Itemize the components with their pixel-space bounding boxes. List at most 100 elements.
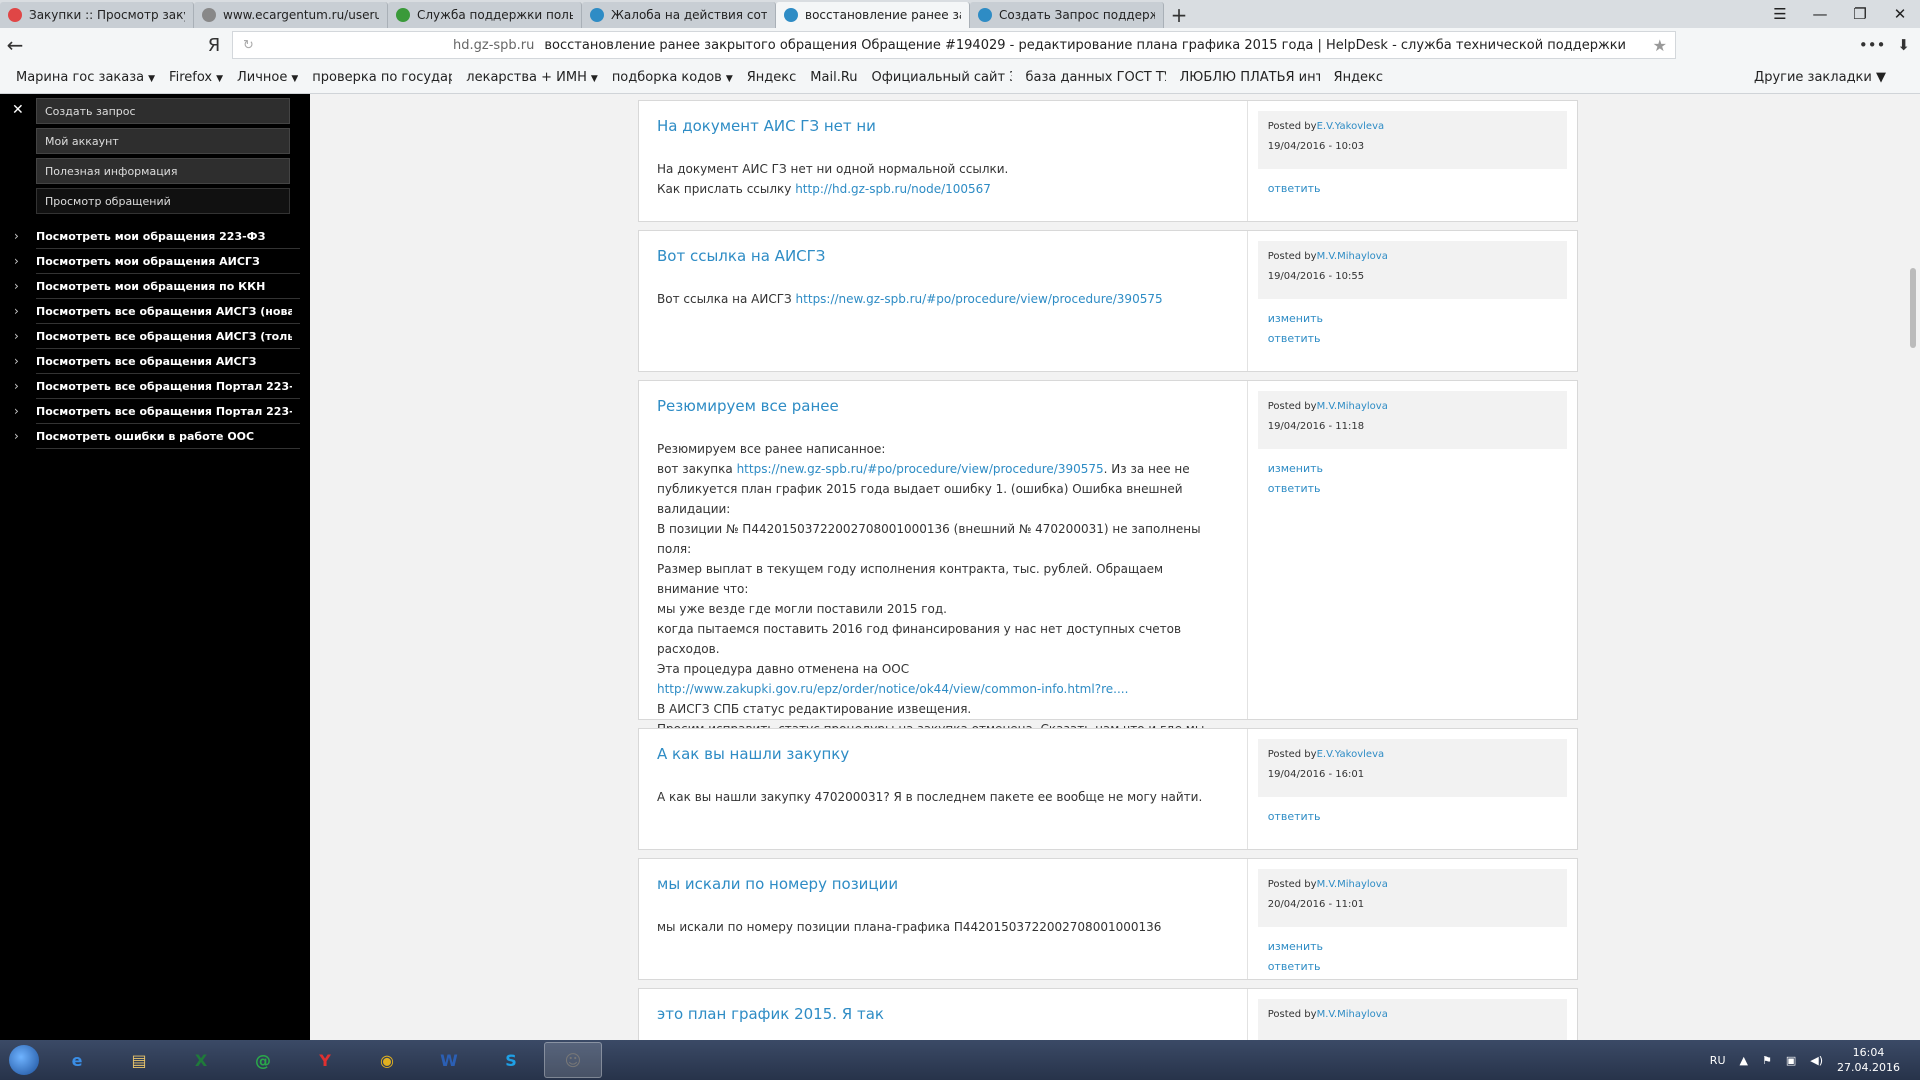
skype-icon[interactable]: S [482,1042,540,1078]
comment-text: Как прислать ссылку [657,182,796,196]
sidebar-item-5[interactable]: › Посмотреть все обращения АИСГЗ [14,349,300,374]
tab-0[interactable]: Закупки :: Просмотр закупки [0,2,194,28]
bookmark-1[interactable]: Firefox ▼ [169,70,223,85]
reply-link[interactable]: ответить [1268,479,1557,499]
sidebar-menu-item-1[interactable]: Мой аккаунт [36,128,290,154]
internet-explorer-icon[interactable]: e [48,1042,106,1078]
bookmark-6[interactable]: Яндекс [747,70,797,85]
sidebar-item-2[interactable]: › Посмотреть мои обращения по ККН [14,274,300,299]
yandex-icon[interactable]: Я [202,35,226,56]
comment-link[interactable]: https://new.gz-spb.ru/#po/procedure/view… [737,462,1104,476]
reply-link[interactable]: ответить [1268,807,1557,827]
sidebar-item-0[interactable]: › Посмотреть мои обращения 223-ФЗ [14,224,300,249]
comment-date: 20/04/2016 - 11:01 [1267,899,1365,910]
bookmark-5[interactable]: подборка кодов ▼ [612,70,733,85]
sidebar-item-7[interactable]: › Посмотреть все обращения Портал 223-ФЗ [14,399,300,424]
more-icon[interactable]: ••• [1859,36,1886,54]
comment-link[interactable]: http://www.zakupki.gov.ru/epz/order/noti… [657,682,1128,696]
chrome-icon[interactable]: ◉ [358,1042,416,1078]
author-link[interactable]: E.V.Yakovleva [1317,121,1385,132]
sidebar-menu-item-2[interactable]: Полезная информация [36,158,290,184]
sidebar-close-icon[interactable]: ✕ [12,102,24,118]
comment-link[interactable]: https://new.gz-spb.ru/#po/procedure/view… [796,292,1163,306]
flag-icon[interactable]: ⚑ [1762,1054,1772,1067]
file-explorer-icon[interactable]: ▤ [110,1042,168,1078]
tab-1[interactable]: www.ecargentum.ru/userupload [194,2,388,28]
download-icon[interactable]: ⬇ [1897,36,1910,54]
comment-title[interactable]: А как вы нашли закупку [657,745,1229,763]
author-link[interactable]: M.V.Mihaylova [1317,879,1388,890]
sidebar-item-8[interactable]: › Посмотреть ошибки в работе ООС [14,424,300,449]
sidebar-item-3[interactable]: › Посмотреть все обращения АИСГЗ (новая п… [14,299,300,324]
sidebar-item-6[interactable]: › Посмотреть все обращения Портал 223-ФЗ … [14,374,300,399]
bookmark-7[interactable]: Mail.Ru [810,70,857,85]
sidebar-item-4[interactable]: › Посмотреть все обращения АИСГЗ (только … [14,324,300,349]
comment-text: Эта процедура давно отменена на ООС [657,662,910,676]
bookmark-8[interactable]: Официальный сайт З [872,70,1012,85]
restore-icon[interactable]: ❐ [1840,0,1880,28]
browser-menu-icon[interactable]: ☰ [1760,0,1800,28]
bookmark-4[interactable]: лекарства + ИМН ▼ [466,70,598,85]
tab-3[interactable]: Жалоба на действия сотрудника [582,2,776,28]
tab-5[interactable]: Создать Запрос поддержки [970,2,1164,28]
chevron-right-icon: › [14,404,19,418]
bookmark-star-icon[interactable]: ★ [1653,36,1667,55]
reply-link[interactable]: ответить [1268,957,1557,977]
tray-arrow-icon[interactable]: ▲ [1740,1054,1748,1067]
other-bookmarks[interactable]: Другие закладки ▼ [1754,70,1886,85]
posted-by-line: Posted byM.V.Mihaylova [1268,1005,1557,1025]
comment-text: публикуется план график 2015 года выдает… [657,482,1183,516]
author-link[interactable]: E.V.Yakovleva [1317,749,1385,760]
word-icon[interactable]: W [420,1042,478,1078]
author-link[interactable]: M.V.Mihaylova [1317,401,1388,412]
reply-link[interactable]: ответить [1268,179,1557,199]
sidebar-menu-item-0[interactable]: Создать запрос [36,98,290,124]
tab-2[interactable]: Служба поддержки пользователей [388,2,582,28]
language-indicator[interactable]: RU [1710,1054,1726,1067]
comment-card: мы искали по номеру позиции мы искали по … [638,858,1578,980]
tab-4[interactable]: восстановление ранее закрытого [776,2,970,28]
excel-icon[interactable]: X [172,1042,230,1078]
start-button[interactable] [0,1040,48,1080]
comment-actions: изменить ответить [1258,449,1567,509]
clock[interactable]: 16:04 27.04.2016 [1837,1045,1900,1075]
bookmark-3[interactable]: проверка по государ▼ [312,70,452,85]
bookmark-2[interactable]: Личное ▼ [237,70,298,85]
page-scrollbar[interactable] [1906,94,1920,1040]
scrollbar-thumb[interactable] [1910,268,1916,348]
comment-title[interactable]: Вот ссылка на АИСГЗ [657,247,1229,265]
back-icon[interactable]: ← [0,30,30,60]
edit-link[interactable]: изменить [1268,937,1557,957]
comment-meta: Posted byE.V.Yakovleva 19/04/2016 - 10:03 [1257,111,1567,169]
comment-link[interactable]: http://hd.gz-spb.ru/node/100567 [795,182,991,196]
comment-title[interactable]: это план график 2015. Я так [657,1005,1229,1023]
mail-agent-icon[interactable]: @ [234,1042,292,1078]
author-link[interactable]: M.V.Mihaylova [1317,251,1388,262]
reload-icon[interactable]: ↻ [243,38,263,53]
reply-link[interactable]: ответить [1268,329,1557,349]
author-link[interactable]: M.V.Mihaylova [1317,1009,1388,1020]
bookmark-10[interactable]: ЛЮБЛЮ ПЛАТЬЯ инт [1180,70,1320,85]
system-tray: RU ▲ ⚑ ▣ ◀) 16:04 27.04.2016 [1710,1040,1900,1080]
close-icon[interactable]: ✕ [1880,0,1920,28]
bookmark-0[interactable]: Марина гос заказа ▼ [16,70,155,85]
sidebar: ✕ Создать запрос Мой аккаунт Полезная инфо… [0,94,310,1040]
comment-title[interactable]: Резюмируем все ранее [657,397,1229,415]
sidebar-menu-item-3[interactable]: Просмотр обращений [36,188,290,214]
minimize-icon[interactable]: — [1800,0,1840,28]
comment-title[interactable]: На документ АИС ГЗ нет ни [657,117,1229,135]
bookmark-9[interactable]: база данных ГОСТ ТУ [1026,70,1166,85]
bookmark-11[interactable]: Яндекс [1334,70,1384,85]
edit-link[interactable]: изменить [1268,459,1557,479]
network-icon[interactable]: ▣ [1786,1054,1796,1067]
new-tab-button[interactable]: + [1164,2,1194,28]
url-input[interactable]: ↻ hd.gz-spb.ru восстановление ранее закр… [232,31,1676,59]
sidebar-item-1[interactable]: › Посмотреть мои обращения АИСГЗ [14,249,300,274]
chevron-right-icon: › [14,354,19,368]
volume-icon[interactable]: ◀) [1810,1054,1823,1067]
clock-time: 16:04 [1852,1046,1885,1059]
user-app-icon[interactable]: ☺ [544,1042,602,1078]
comment-title[interactable]: мы искали по номеру позиции [657,875,1229,893]
edit-link[interactable]: изменить [1268,309,1557,329]
yandex-browser-icon[interactable]: Y [296,1042,354,1078]
